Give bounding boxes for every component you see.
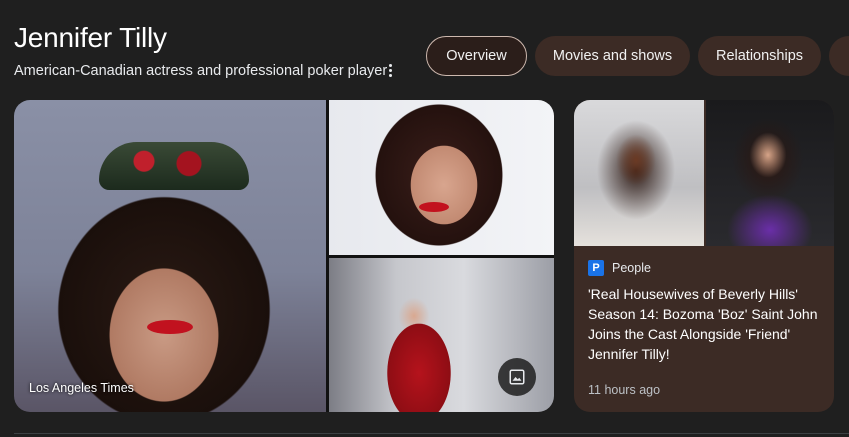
photo-lips-detail [147, 320, 193, 334]
tab-relationships[interactable]: Relationships [698, 36, 821, 76]
more-options-icon[interactable] [382, 60, 398, 80]
news-image-right [706, 100, 834, 246]
photo-crown-detail [99, 142, 249, 190]
photo-top-right[interactable] [329, 100, 554, 255]
news-timestamp: 11 hours ago [588, 383, 661, 397]
main-photo[interactable]: Los Angeles Times [14, 100, 326, 412]
news-headline[interactable]: 'Real Housewives of Beverly Hills' Seaso… [588, 284, 824, 364]
people-logo-icon: P [588, 260, 604, 276]
news-source: P People [588, 260, 651, 276]
tab-more[interactable] [829, 36, 849, 76]
news-source-name: People [612, 261, 651, 275]
image-grid: Los Angeles Times [14, 100, 554, 412]
images-button[interactable] [498, 358, 536, 396]
entity-description: American-Canadian actress and profession… [14, 63, 388, 79]
news-card[interactable]: P People 'Real Housewives of Beverly Hil… [574, 100, 834, 412]
news-image-left [574, 100, 704, 246]
photo-caption: Los Angeles Times [29, 381, 134, 395]
photo-lips-detail [419, 202, 449, 212]
tab-overview[interactable]: Overview [426, 36, 527, 76]
entity-title: Jennifer Tilly [14, 22, 167, 53]
divider [14, 433, 849, 434]
image-icon [509, 369, 525, 385]
tab-movies-and-shows[interactable]: Movies and shows [535, 36, 690, 76]
